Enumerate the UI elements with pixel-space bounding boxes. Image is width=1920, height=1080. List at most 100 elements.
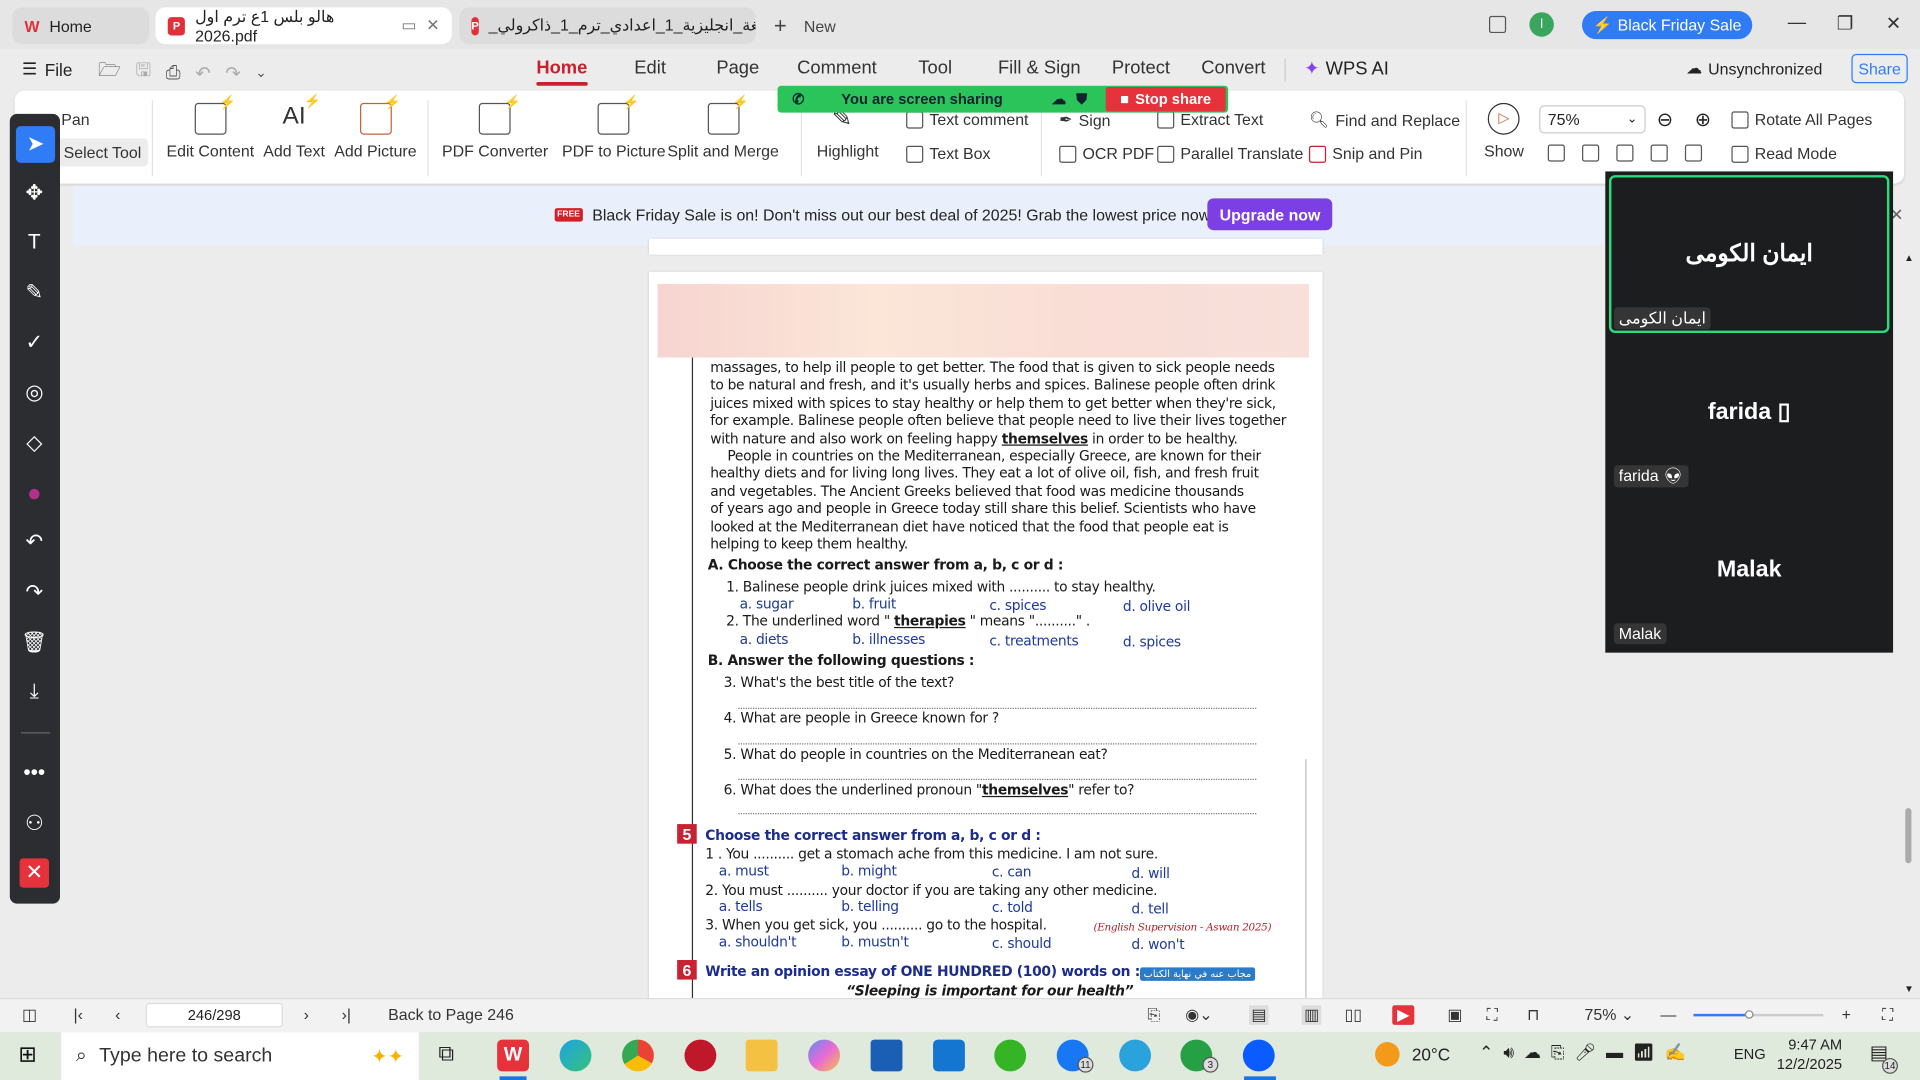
vertical-scrollbar[interactable] bbox=[1905, 808, 1912, 864]
download-icon[interactable]: ⤓ bbox=[18, 676, 50, 708]
add-picture-button[interactable]: ⚡ Add Picture bbox=[334, 96, 416, 161]
tab-tool[interactable]: Tool bbox=[918, 58, 952, 79]
avatar[interactable]: I bbox=[1529, 12, 1554, 37]
status-zoom-select[interactable]: 75% ⌄ bbox=[1584, 1005, 1634, 1025]
stamp-icon[interactable]: ◎ bbox=[18, 377, 50, 409]
tab-comment[interactable]: Comment bbox=[797, 58, 877, 79]
wps-ai-tab[interactable]: ✦ WPS AI bbox=[1304, 58, 1389, 79]
task-view-icon[interactable]: ⧉ bbox=[438, 1041, 454, 1067]
save-icon[interactable]: 🖫 bbox=[135, 58, 151, 89]
outlook-icon[interactable] bbox=[933, 1039, 965, 1072]
temperature[interactable]: 20°C bbox=[1412, 1044, 1450, 1064]
move-icon[interactable]: ✥ bbox=[18, 178, 50, 210]
redo-icon[interactable]: ↷ bbox=[225, 62, 240, 84]
parallel-translate-button[interactable]: Parallel Translate bbox=[1157, 144, 1303, 163]
snip-pin-button[interactable]: Snip and Pin bbox=[1308, 144, 1423, 163]
redo-icon[interactable]: ↷ bbox=[18, 577, 50, 609]
wps-office-icon[interactable]: W bbox=[497, 1039, 529, 1072]
sign-button[interactable]: ✒ Sign bbox=[1059, 110, 1110, 130]
zoom-in-icon[interactable]: ⊕ bbox=[1695, 108, 1711, 132]
export-icon[interactable]: ⎘ bbox=[1147, 1005, 1160, 1025]
rotate-right-icon[interactable] bbox=[1684, 144, 1703, 162]
rotate-all-pages-button[interactable]: Rotate All Pages bbox=[1731, 110, 1872, 129]
close-toolbar-icon[interactable]: ✕ bbox=[19, 858, 49, 888]
extract-text-button[interactable]: Extract Text bbox=[1157, 110, 1263, 129]
minimize-icon[interactable]: — bbox=[1788, 12, 1806, 33]
fullscreen-fit-icon[interactable]: ⛶ bbox=[1487, 1005, 1498, 1025]
undo-icon[interactable]: ↶ bbox=[195, 62, 210, 84]
tab-edit[interactable]: Edit bbox=[634, 58, 666, 79]
banner-text[interactable]: Black Friday Sale is on! Don't miss out … bbox=[592, 206, 1230, 224]
back-to-page-link[interactable]: Back to Page 246 bbox=[388, 1005, 514, 1023]
edit-content-button[interactable]: ⚡ Edit Content bbox=[167, 96, 255, 161]
fit-width-icon[interactable]: ⊓ bbox=[1527, 1005, 1539, 1025]
play-icon[interactable]: ▶ bbox=[1392, 1005, 1415, 1025]
zoom-slider[interactable] bbox=[1693, 1010, 1824, 1019]
zoom-app-icon[interactable] bbox=[1242, 1039, 1275, 1072]
close-window-icon[interactable]: ✕ bbox=[1886, 12, 1901, 34]
sync-status[interactable]: ☁ Unsynchronized bbox=[1686, 59, 1822, 79]
taskbar-search-input[interactable]: ⌕ Type here to search ✦✦ bbox=[61, 1032, 419, 1080]
first-page-icon[interactable]: |‹ bbox=[73, 1005, 82, 1023]
undo-icon[interactable]: ↶ bbox=[18, 527, 50, 559]
tab-page[interactable]: Page bbox=[716, 58, 759, 79]
restore-icon[interactable]: ❐ bbox=[1837, 12, 1853, 34]
split-merge-button[interactable]: ⚡ Split and Merge bbox=[667, 96, 779, 161]
next-page-icon[interactable]: › bbox=[304, 1005, 309, 1023]
tab-home-ribbon[interactable]: Home bbox=[536, 58, 587, 86]
ocr-pdf-button[interactable]: OCR PDF bbox=[1059, 144, 1154, 163]
read-mode-button[interactable]: Read Mode bbox=[1731, 144, 1837, 163]
tab-fill-sign[interactable]: Fill & Sign bbox=[998, 58, 1081, 79]
pencil-icon[interactable]: ✎ bbox=[18, 277, 50, 309]
pdf-to-picture-button[interactable]: ⚡ PDF to Picture bbox=[562, 96, 666, 161]
scroll-up-icon[interactable]: ▲ bbox=[1904, 252, 1914, 263]
actual-size-icon[interactable] bbox=[1547, 144, 1565, 162]
tab-protect[interactable]: Protect bbox=[1112, 58, 1170, 79]
clock[interactable]: 9:47 AM 12/2/2025 bbox=[1777, 1035, 1842, 1074]
user-settings-icon[interactable]: ⚇ bbox=[18, 808, 50, 840]
upgrade-now-button[interactable]: Upgrade now bbox=[1207, 198, 1333, 231]
new-tab-button[interactable]: + New bbox=[774, 13, 836, 39]
zoom-select[interactable]: 75% ⌄ bbox=[1539, 105, 1646, 134]
chevron-down-icon[interactable]: ⌄ bbox=[255, 65, 266, 81]
select-tool[interactable]: Select Tool bbox=[56, 138, 149, 167]
telegram-icon[interactable] bbox=[1119, 1039, 1152, 1072]
single-page-icon[interactable]: ▤ bbox=[1248, 1005, 1269, 1025]
add-text-button[interactable]: AI ⚡ Add Text bbox=[263, 94, 325, 160]
fit-icon[interactable]: ▣ bbox=[1447, 1005, 1462, 1025]
text-comment-button[interactable]: Text comment bbox=[906, 110, 1028, 129]
tab-pdf-active[interactable]: P هالو بلس 1ع ترم اول 2026.pdf ▭ ✕ bbox=[155, 7, 452, 45]
more-icon[interactable]: ••• bbox=[18, 757, 50, 789]
pinterest-icon[interactable] bbox=[684, 1039, 717, 1072]
chrome-icon[interactable] bbox=[622, 1039, 654, 1072]
eraser-icon[interactable]: ◇ bbox=[18, 427, 50, 459]
system-tray-icons[interactable]: ⌃🔊︎☁⎘🎤︎▬📶︎✍ bbox=[1479, 1042, 1695, 1063]
page-number-input[interactable]: 246/298 bbox=[145, 1002, 283, 1028]
tab-home[interactable]: W Home bbox=[12, 7, 150, 45]
window-switch-icon[interactable] bbox=[1488, 15, 1507, 34]
duolingo-icon[interactable] bbox=[994, 1039, 1027, 1072]
weather-sun-icon[interactable] bbox=[1375, 1042, 1400, 1067]
rotate-left-icon[interactable] bbox=[1650, 144, 1668, 162]
copilot-icon[interactable] bbox=[808, 1039, 841, 1072]
fit-page-icon[interactable] bbox=[1582, 144, 1600, 162]
zoom-in-icon[interactable]: + bbox=[1842, 1005, 1851, 1023]
text-box-button[interactable]: Text Box bbox=[906, 144, 990, 163]
language-indicator[interactable]: ENG bbox=[1734, 1046, 1766, 1063]
select-arrow-icon[interactable]: ➤ bbox=[15, 126, 56, 163]
fullscreen-icon[interactable]: ⛶ bbox=[1882, 1005, 1893, 1025]
print-icon[interactable]: ⎙ bbox=[166, 62, 181, 83]
edge-icon[interactable] bbox=[559, 1039, 592, 1072]
prev-page-icon[interactable]: ‹ bbox=[115, 1005, 120, 1023]
share-button[interactable]: Share bbox=[1851, 53, 1908, 84]
pan-tool[interactable]: Pan bbox=[61, 110, 89, 128]
file-menu[interactable]: ☰ File bbox=[22, 59, 72, 80]
sidebar-toggle-icon[interactable]: ◫ bbox=[22, 1005, 37, 1025]
tab-pdf-2[interactable]: P _لغة_انجليزية_1_اعدادي_ترم_1_ذاكرولي bbox=[459, 7, 756, 45]
open-folder-icon[interactable]: 🗁 bbox=[98, 58, 121, 89]
zoom-out-icon[interactable]: — bbox=[1660, 1005, 1676, 1023]
color-picker-icon[interactable]: ● bbox=[18, 478, 50, 510]
tab-convert[interactable]: Convert bbox=[1201, 58, 1265, 79]
text-icon[interactable]: T bbox=[18, 227, 50, 259]
stop-share-button[interactable]: ■ Stop share bbox=[1105, 86, 1226, 112]
